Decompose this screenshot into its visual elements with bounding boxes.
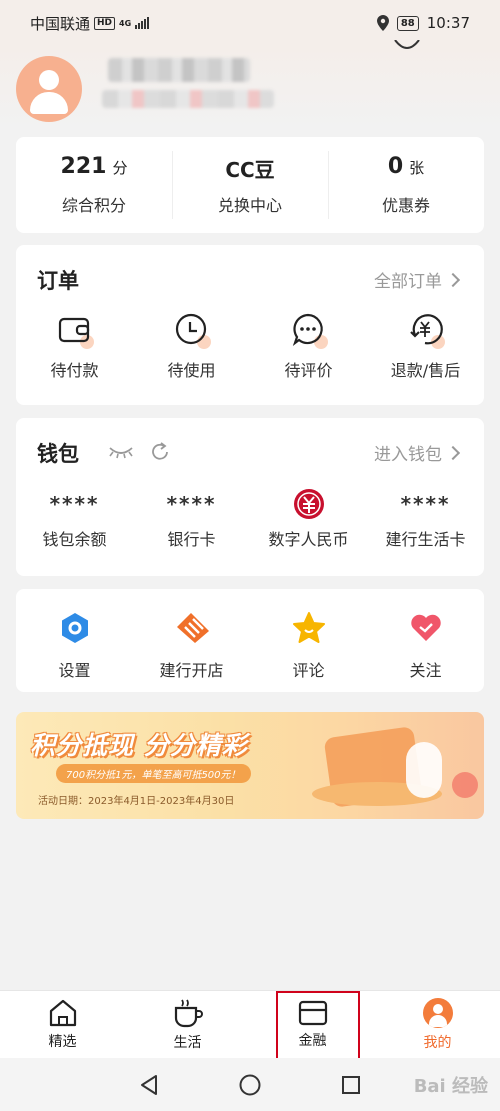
clock-icon xyxy=(175,313,206,345)
chevron-right-icon xyxy=(445,272,461,287)
ccb-life-card[interactable]: **** 建行生活卡 xyxy=(367,488,484,550)
order-pending-payment-label: 待付款 xyxy=(50,361,99,380)
username-redacted xyxy=(108,58,250,82)
settings-label: 设置 xyxy=(58,661,91,680)
enter-wallet-link[interactable]: 进入钱包 xyxy=(374,440,461,465)
home-icon xyxy=(49,999,76,1026)
network-type: 4G xyxy=(119,18,132,28)
star-icon xyxy=(292,612,325,643)
battery-indicator: 88 xyxy=(396,15,419,31)
follow-entry[interactable]: 关注 xyxy=(367,611,484,681)
status-right: 88 10:37 xyxy=(376,14,470,32)
reviews-label: 评论 xyxy=(292,661,325,680)
recents-icon[interactable] xyxy=(341,1075,361,1095)
points-unit: 分 xyxy=(112,159,128,177)
status-left: 中国联通 HD 4G xyxy=(30,13,150,34)
promo-banner[interactable]: 积分抵现 分分精彩 700积分抵1元，单笔至高可抵500元！ 活动日期：2023… xyxy=(16,712,484,819)
settings-entry[interactable]: 设置 xyxy=(16,611,133,681)
profile-header xyxy=(0,40,500,130)
follow-label: 关注 xyxy=(409,661,442,680)
orders-title: 订单 xyxy=(37,269,79,293)
user-info-redacted xyxy=(102,90,274,108)
wallet-title: 钱包 xyxy=(37,442,79,466)
coupons-value: 0 xyxy=(387,154,404,179)
tab-mine[interactable]: 我的 xyxy=(375,991,500,1058)
order-to-use[interactable]: 待使用 xyxy=(133,313,250,381)
coffee-cup-icon xyxy=(174,999,203,1027)
points-label: 综合积分 xyxy=(61,196,126,215)
tab-mine-label: 我的 xyxy=(423,1034,452,1051)
wallet-card: 钱包 进入钱包 **** 钱包余额 **** 银行卡 数字人民币 **** 建行… xyxy=(16,418,484,576)
signal-icon xyxy=(135,17,150,29)
location-icon xyxy=(376,15,389,31)
digital-rmb-icon xyxy=(293,489,324,519)
exchange-center[interactable]: CC豆 兑换中心 xyxy=(172,137,328,233)
cc-beans-value: CC豆 xyxy=(225,158,275,182)
message-icon[interactable] xyxy=(394,40,420,54)
ccb-life-card-label: 建行生活卡 xyxy=(385,530,466,549)
wallet-balance-label: 钱包余额 xyxy=(42,530,107,549)
refund-icon xyxy=(409,314,443,345)
bottom-nav: 精选 生活 金融 我的 xyxy=(0,990,500,1058)
tab-featured[interactable]: 精选 xyxy=(0,991,125,1058)
finance-tab-highlight xyxy=(276,991,360,1062)
ccb-life-card-value: **** xyxy=(400,492,451,516)
chevron-right-icon xyxy=(445,445,461,460)
all-orders-link[interactable]: 全部订单 xyxy=(374,267,461,292)
avatar[interactable] xyxy=(16,56,82,122)
home-circle-icon[interactable] xyxy=(239,1074,261,1096)
order-pending-payment[interactable]: 待付款 xyxy=(16,313,133,381)
points-value: 221 xyxy=(60,154,107,179)
bank-card[interactable]: **** 银行卡 xyxy=(133,488,250,550)
tab-life[interactable]: 生活 xyxy=(125,991,250,1058)
carrier-name: 中国联通 xyxy=(30,14,91,33)
clock-time: 10:37 xyxy=(426,14,470,32)
points-card: 221 分 综合积分 CC豆 兑换中心 0张 优惠券 xyxy=(16,137,484,233)
order-to-review-label: 待评价 xyxy=(284,361,333,380)
ccb-store-entry[interactable]: 建行开店 xyxy=(133,611,250,681)
services-card: 设置 建行开店 评论 关注 xyxy=(16,589,484,692)
settings-icon xyxy=(61,613,88,643)
wallet-balance-value: **** xyxy=(49,492,100,516)
coupons-unit: 张 xyxy=(409,159,425,177)
tab-featured-label: 精选 xyxy=(48,1033,77,1050)
comment-icon xyxy=(292,313,323,346)
banner-title: 积分抵现 分分精彩 xyxy=(30,731,248,760)
all-orders-label: 全部订单 xyxy=(374,272,442,292)
order-to-use-label: 待使用 xyxy=(167,361,216,380)
exchange-center-label: 兑换中心 xyxy=(217,196,282,215)
eye-closed-icon[interactable] xyxy=(108,445,134,459)
enter-wallet-label: 进入钱包 xyxy=(374,445,442,465)
points-total[interactable]: 221 分 综合积分 xyxy=(16,137,172,233)
hd-badge: HD xyxy=(94,16,116,30)
orders-card: 订单 全部订单 待付款 待使用 待评价 退款/售后 xyxy=(16,245,484,405)
wallet-icon xyxy=(58,317,89,343)
status-bar: 中国联通 HD 4G 88 10:37 xyxy=(0,0,500,46)
tab-life-label: 生活 xyxy=(173,1034,202,1051)
order-refund-label: 退款/售后 xyxy=(390,361,461,380)
order-refund[interactable]: 退款/售后 xyxy=(367,313,484,381)
bank-card-value: **** xyxy=(166,492,217,516)
bank-card-label: 银行卡 xyxy=(167,530,216,549)
user-avatar-icon xyxy=(422,997,453,1028)
store-icon xyxy=(176,613,209,643)
coupons[interactable]: 0张 优惠券 xyxy=(328,137,484,233)
heart-icon xyxy=(410,614,441,641)
banner-date: 活动日期：2023年4月1日-2023年4月30日 xyxy=(38,796,235,807)
wallet-balance[interactable]: **** 钱包余额 xyxy=(16,488,133,550)
reviews-entry[interactable]: 评论 xyxy=(250,611,367,681)
ccb-store-label: 建行开店 xyxy=(159,661,224,680)
watermark: Bai 经验 xyxy=(413,1076,488,1097)
digital-rmb[interactable]: 数字人民币 xyxy=(250,488,367,550)
refresh-icon[interactable] xyxy=(150,442,170,462)
mascot-graphic xyxy=(406,742,442,798)
digital-rmb-label: 数字人民币 xyxy=(268,530,349,549)
order-to-review[interactable]: 待评价 xyxy=(250,313,367,381)
banner-subtitle: 700积分抵1元，单笔至高可抵500元！ xyxy=(56,764,251,783)
coupons-label: 优惠券 xyxy=(381,196,430,215)
balloon-graphic xyxy=(452,772,478,798)
back-icon[interactable] xyxy=(139,1074,159,1096)
